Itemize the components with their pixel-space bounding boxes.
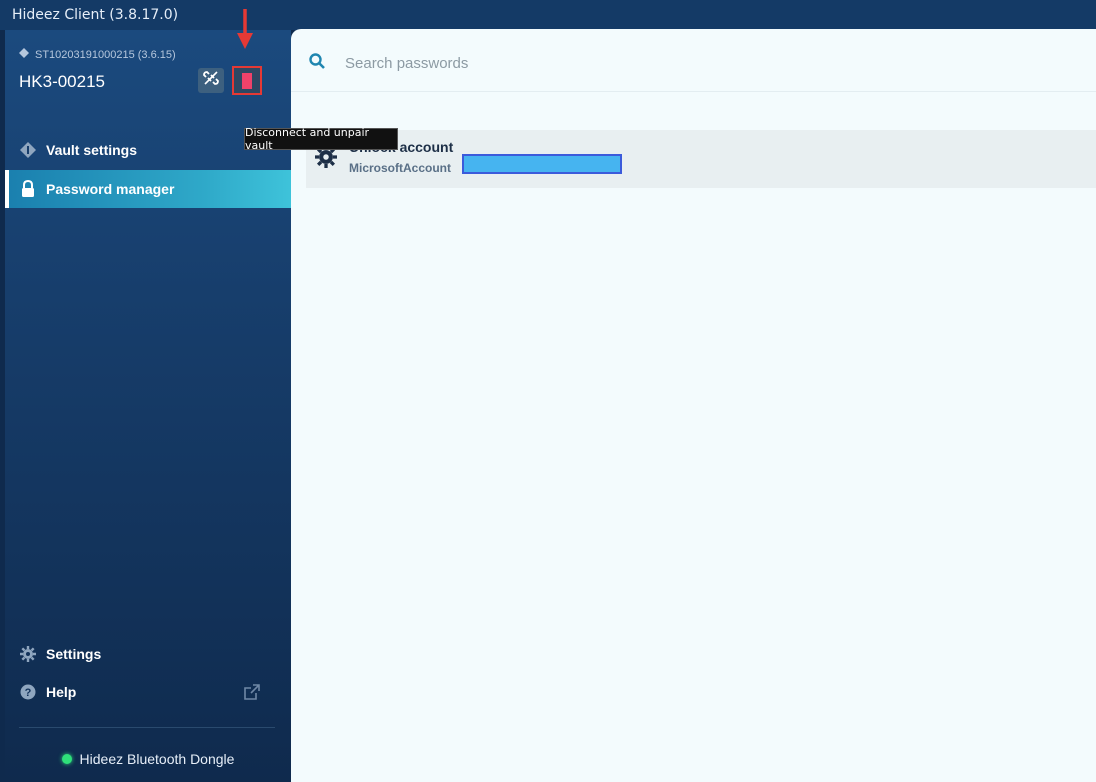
sidebar-item-password-manager[interactable]: Password manager: [5, 170, 291, 208]
sidebar-item-label: Settings: [46, 646, 102, 662]
unpair-button[interactable]: [232, 66, 262, 95]
device-serial-text: ST10203191000215 (3.6.15): [35, 48, 176, 61]
divider: [19, 727, 275, 728]
sidebar: ST10203191000215 (3.6.15) HK3-00215 Disc…: [5, 30, 398, 782]
dongle-label: Hideez Bluetooth Dongle: [79, 751, 235, 767]
disconnect-button[interactable]: [198, 68, 224, 93]
lock-icon: [19, 180, 37, 198]
vault-icon: [19, 141, 37, 159]
gear-icon: [19, 645, 37, 663]
device-name: HK3-00215: [19, 72, 106, 91]
status-dot-icon: [61, 754, 72, 764]
sidebar-item-label: Help: [46, 684, 77, 700]
redaction-box: [462, 154, 622, 174]
diamond-icon: [19, 48, 29, 61]
main-panel: Unlock account MicrosoftAccount: [291, 29, 1096, 782]
entry-subtitle: MicrosoftAccount: [349, 161, 451, 175]
list-item[interactable]: Unlock account MicrosoftAccount: [306, 130, 1096, 188]
sidebar-item-label: Vault settings: [46, 142, 138, 158]
external-link-icon[interactable]: [244, 684, 260, 703]
device-serial: ST10203191000215 (3.6.15): [19, 48, 176, 61]
app-title: Hideez Client (3.8.17.0): [12, 7, 179, 23]
search-icon: [309, 53, 325, 74]
arrow-annotation-icon: [237, 9, 253, 49]
sidebar-item-label: Password manager: [46, 181, 175, 197]
help-icon: ?: [19, 683, 37, 701]
tooltip: Disconnect and unpair vault: [244, 126, 398, 152]
search-input[interactable]: [343, 51, 1047, 75]
sidebar-item-help[interactable]: ? Help: [5, 673, 291, 711]
connection-status: Hideez Bluetooth Dongle: [5, 748, 291, 770]
svg-text:?: ?: [25, 687, 32, 699]
sidebar-item-settings[interactable]: Settings: [5, 635, 291, 673]
title-bar: Hideez Client (3.8.17.0): [0, 0, 1096, 30]
trash-icon: [242, 72, 252, 89]
unlink-icon: [203, 70, 219, 91]
search-bar: [291, 29, 1096, 92]
